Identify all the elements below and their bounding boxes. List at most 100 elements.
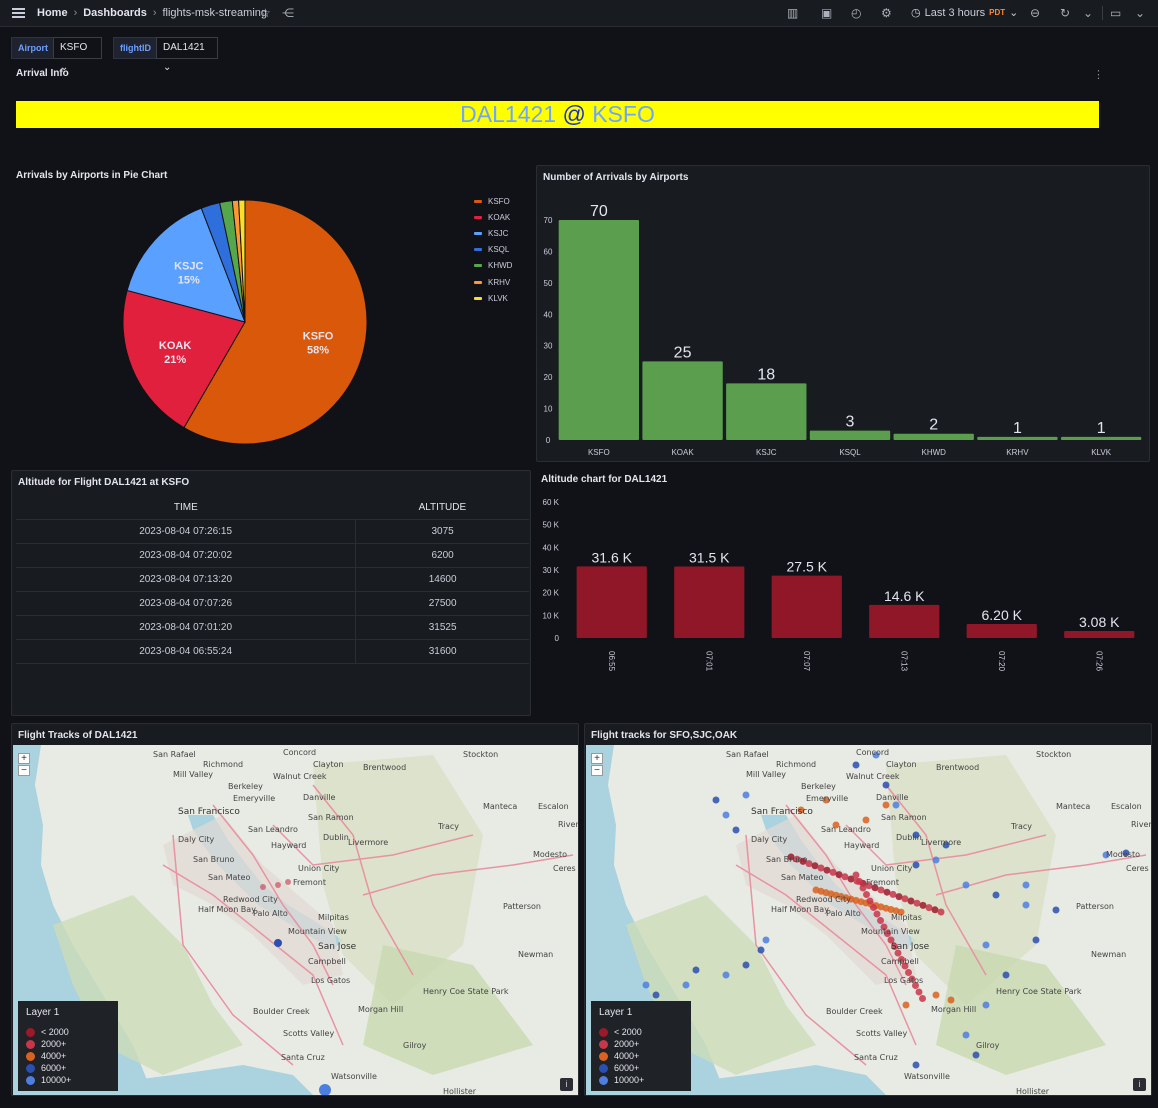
bar-value-label: 27.5 K [787, 559, 828, 575]
cell-time: 2023-08-04 07:26:15 [16, 519, 357, 544]
map-place-label: Santa Cruz [281, 1053, 325, 1062]
zoom-in-button[interactable]: + [18, 753, 30, 764]
chevron-down-icon[interactable]: ⌄ [1135, 6, 1145, 20]
menu-icon[interactable] [12, 8, 25, 18]
flight-track-point [275, 882, 281, 888]
star-icon[interactable]: ☆ [260, 6, 271, 20]
bar-value-label: 31.6 K [592, 549, 633, 565]
map-place-label: Ceres [553, 864, 576, 873]
bar-ksjc [726, 383, 807, 440]
map-place-label: Boulder Creek [253, 1007, 310, 1016]
column-header-time[interactable]: TIME [16, 497, 356, 520]
map-place-label: Brentwood [363, 763, 407, 772]
map-legend-item: 6000+ [599, 1062, 683, 1074]
panel-menu-icon[interactable]: ⋮ [1093, 68, 1104, 81]
table-row: 2023-08-04 06:55:24 31600 [16, 639, 529, 664]
map-place-label: Berkeley [228, 782, 263, 791]
time-range-picker[interactable]: ◷ Last 3 hours PDT ⌄ [911, 6, 1018, 20]
save-icon[interactable]: ▣ [821, 6, 832, 20]
map-place-label: Campbell [308, 957, 346, 966]
map-panel-dal1421: Flight Tracks of DAL1421 San Rafael Conco… [11, 723, 579, 1096]
map-legend-label: 2000+ [41, 1039, 67, 1049]
flight-track-point [932, 991, 940, 999]
map-place-label: Scotts Valley [856, 1029, 908, 1038]
map-view[interactable]: San Rafael Concord Richmond Clayton Brentwoo… [586, 745, 1151, 1095]
banner-airport: KSFO [592, 101, 655, 127]
breadcrumb-dashboards[interactable]: Dashboards [83, 7, 147, 19]
flight-track-point [919, 995, 926, 1002]
table-row: 2023-08-04 07:07:26 27500 [16, 591, 529, 616]
map-legend-title: Layer 1 [26, 1007, 60, 1018]
y-tick-label: 10 [544, 405, 553, 414]
map-place-label: Palo Alto [826, 909, 861, 918]
map-legend-item: 2000+ [599, 1038, 683, 1050]
map-place-label: Riverbank [1131, 820, 1151, 829]
zoom-out-button[interactable]: − [591, 765, 603, 776]
legend-item-krhv[interactable]: KRHV [474, 274, 512, 290]
table-row: 2023-08-04 07:01:20 31525 [16, 615, 529, 640]
zoom-out-button[interactable]: − [18, 765, 30, 776]
bar-value-label: 14.6 K [884, 588, 925, 604]
bar-value-label: 70 [590, 203, 608, 220]
share-icon[interactable]: ⋲ [282, 6, 294, 20]
cell-altitude: 31525 [355, 615, 529, 640]
zoom-out-icon[interactable]: ⊖ [1030, 6, 1040, 20]
chevron-down-icon[interactable]: ⌄ [1083, 6, 1093, 20]
map-place-label: Los Gatos [884, 976, 924, 985]
map-place-label: Hollister [443, 1087, 477, 1095]
flight-track-point [835, 871, 843, 879]
pie-slice-percent: 58% [307, 345, 329, 357]
tv-mode-icon[interactable]: ▭ [1110, 6, 1121, 20]
legend-item-ksql[interactable]: KSQL [474, 242, 512, 258]
history-icon[interactable]: ◴ [851, 6, 861, 20]
flight-track-point [1032, 936, 1040, 944]
legend-item-ksjc[interactable]: KSJC [474, 225, 512, 241]
cell-time: 2023-08-04 07:01:20 [16, 615, 357, 640]
add-panel-icon[interactable]: ▥ [787, 6, 798, 20]
column-header-altitude[interactable]: ALTITUDE [355, 497, 529, 520]
flight-track-point [962, 881, 970, 889]
map-attribution-icon[interactable]: i [1133, 1078, 1146, 1091]
legend-swatch [474, 215, 482, 219]
bar-value-label: 3 [846, 414, 855, 431]
bar-value-label: 3.08 K [1079, 614, 1120, 630]
map-place-label: Newman [518, 950, 554, 959]
legend-item-klvk[interactable]: KLVK [474, 290, 512, 306]
variable-select-flightid[interactable]: DAL1421 ⌄ [156, 37, 218, 73]
map-legend-dot [26, 1063, 35, 1073]
legend-item-khwd[interactable]: KHWD [474, 258, 512, 274]
map-place-label: Hollister [1016, 1087, 1050, 1095]
zoom-in-button[interactable]: + [591, 753, 603, 764]
x-tick-label: KSJC [756, 448, 777, 457]
map-place-label: Richmond [203, 760, 244, 769]
variable-select-airport[interactable]: KSFO ⌄ [53, 37, 102, 73]
map-legend-item: 4000+ [26, 1050, 110, 1062]
refresh-icon[interactable]: ↻ [1060, 6, 1070, 20]
flight-track-point [260, 884, 266, 890]
map-legend-dot [599, 1075, 608, 1085]
map-place-label: Union City [871, 864, 913, 873]
map-place-label: Concord [283, 748, 317, 757]
map-place-label: Hayward [271, 841, 307, 850]
map-place-label: San Ramon [308, 813, 354, 822]
cell-time: 2023-08-04 06:55:24 [16, 639, 357, 664]
map-place-label: San Rafael [153, 750, 196, 759]
bar-value-label: 1 [1097, 420, 1106, 437]
legend-item-koak[interactable]: KOAK [474, 209, 512, 225]
map-legend-item: < 2000 [599, 1026, 683, 1038]
map-view[interactable]: San Rafael Concord Richmond Clayton Brentwoo… [13, 745, 578, 1095]
map-place-label: Emeryville [806, 794, 849, 803]
map-attribution-icon[interactable]: i [560, 1078, 573, 1091]
map-place-label: Concord [856, 748, 890, 757]
pie-chart: KSFO 58% KOAK 21% KSJC 15% [122, 199, 368, 445]
cell-altitude: 6200 [355, 543, 529, 568]
bar-krhv [977, 436, 1058, 440]
clock-icon: ◷ [911, 7, 921, 19]
breadcrumb-home[interactable]: Home [37, 7, 68, 19]
flight-track-point [912, 1061, 920, 1069]
map-legend-label: < 2000 [41, 1027, 69, 1037]
gear-icon[interactable]: ⚙ [881, 6, 892, 20]
legend-item-ksfo[interactable]: KSFO [474, 193, 512, 209]
bar-panel-title: Number of Arrivals by Airports [543, 172, 689, 183]
map-place-label: Riverbank [558, 820, 578, 829]
